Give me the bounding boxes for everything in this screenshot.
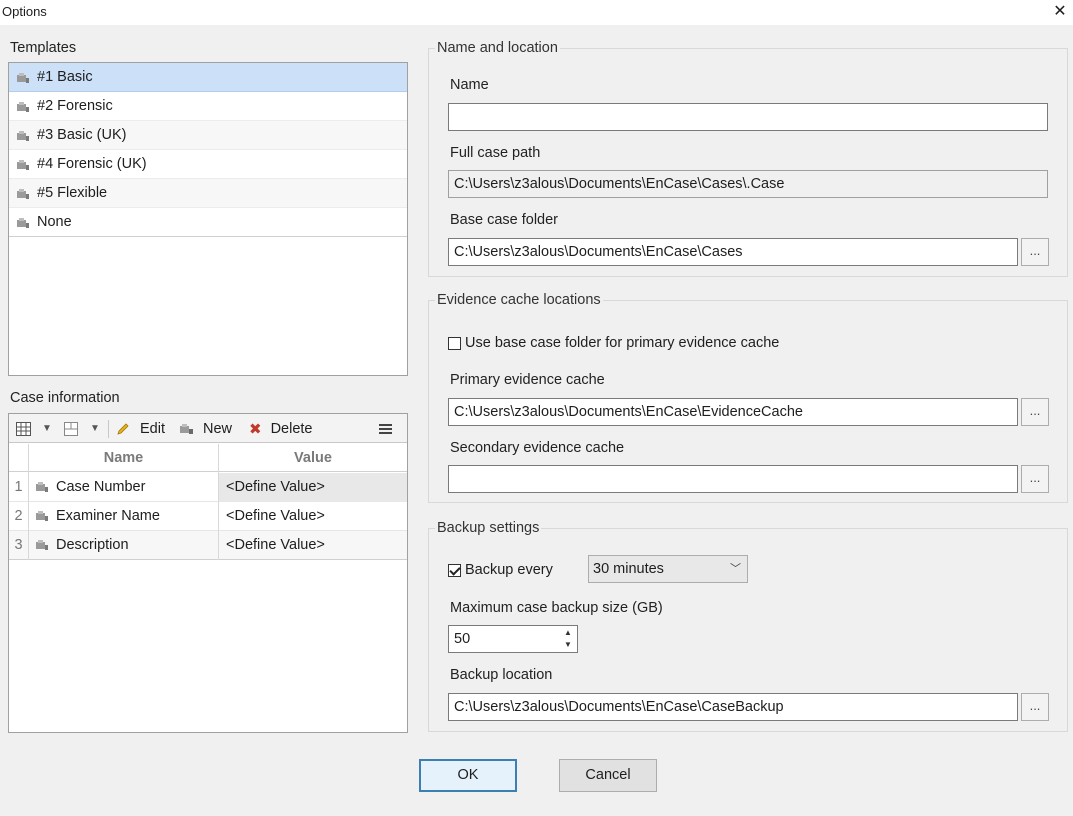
new-button[interactable]: New [179,414,232,443]
case-info-toolbar: ▼ ▼ Edit New ✖ Delete [9,414,407,443]
template-icon [16,187,30,199]
row-name: Case Number [56,479,146,495]
stepper-up-icon[interactable]: ▲ [562,627,574,639]
row-value[interactable]: <Define Value> [219,473,407,502]
template-icon [16,71,30,83]
backup-interval-select[interactable]: 30 minutes ﹀ [588,555,748,583]
stepper-down-icon[interactable]: ▼ [562,639,574,651]
toolbar-separator [108,420,109,438]
edit-button[interactable]: Edit [116,414,165,443]
edit-label: Edit [140,420,165,437]
template-item-basic[interactable]: #1 Basic [9,63,407,92]
column-header-value[interactable]: Value [219,444,407,472]
template-item-label: None [37,214,72,230]
max-backup-size-stepper[interactable]: 50 ▲ ▼ [448,625,578,653]
menu-icon[interactable] [379,414,393,443]
template-icon [16,216,30,228]
table-row[interactable]: 2 Examiner Name <Define Value> [9,502,407,531]
title-bar: Options ✕ [0,0,1073,25]
template-icon [16,129,30,141]
base-case-folder-input[interactable]: C:\Users\z3alous\Documents\EnCase\Cases [448,238,1018,266]
base-case-folder-browse-button[interactable]: ... [1021,238,1049,266]
template-item-basic-uk[interactable]: #3 Basic (UK) [9,121,407,150]
row-number: 2 [14,508,23,524]
backup-location-browse-button[interactable]: ... [1021,693,1049,721]
max-backup-size-value: 50 [454,631,471,647]
cancel-button[interactable]: Cancel [559,759,657,792]
template-item-label: #3 Basic (UK) [37,127,127,143]
backup-settings-title: Backup settings [435,520,542,536]
row-icon [35,502,49,531]
row-number: 3 [14,537,23,553]
name-label: Name [450,77,489,93]
table-row[interactable]: 3 Description <Define Value> [9,531,407,560]
base-case-folder-label: Base case folder [450,212,559,228]
new-item-icon [180,423,193,434]
backup-location-input[interactable]: C:\Users\z3alous\Documents\EnCase\CaseBa… [448,693,1018,721]
template-item-none[interactable]: None [9,208,407,237]
template-item-forensic-uk[interactable]: #4 Forensic (UK) [9,150,407,179]
delete-button[interactable]: ✖ Delete [249,414,313,443]
row-number: 1 [14,479,23,495]
grid-header: Name Value [9,444,407,472]
delete-label: Delete [270,420,313,437]
backup-location-label: Backup location [450,667,553,683]
backup-every-checkbox[interactable]: Backup every [448,562,553,578]
evidence-cache-title: Evidence cache locations [435,292,603,308]
row-name: Description [56,537,129,553]
grid-divider [28,444,29,560]
full-case-path-field: C:\Users\z3alous\Documents\EnCase\Cases\… [448,170,1048,198]
template-item-forensic[interactable]: #2 Forensic [9,92,407,121]
chevron-down-icon: ﹀ [730,563,741,575]
name-input[interactable] [448,103,1048,131]
case-information-panel: ▼ ▼ Edit New ✖ Delete Name Value 1 Case … [8,413,408,733]
ok-button[interactable]: OK [419,759,517,792]
row-value[interactable]: <Define Value> [226,531,325,560]
full-case-path-label: Full case path [450,145,541,161]
secondary-evidence-cache-label: Secondary evidence cache [450,440,625,456]
max-backup-size-label: Maximum case backup size (GB) [450,600,663,616]
use-base-folder-label: Use base case folder for primary evidenc… [465,335,780,351]
column-header-name[interactable]: Name [29,444,218,472]
pencil-icon [117,422,129,435]
secondary-evidence-cache-browse-button[interactable]: ... [1021,465,1049,493]
new-label: New [203,420,233,437]
grid-view-icon[interactable] [16,414,31,443]
case-information-label: Case information [10,390,120,406]
close-icon[interactable]: ✕ [1049,1,1071,23]
template-icon [16,158,30,170]
row-name: Examiner Name [56,508,160,524]
primary-evidence-cache-input[interactable]: C:\Users\z3alous\Documents\EnCase\Eviden… [448,398,1018,426]
grid-view-dropdown-icon[interactable]: ▼ [42,414,52,443]
window-title: Options [2,4,47,19]
templates-list[interactable]: #1 Basic #2 Forensic #3 Basic (UK) #4 Fo… [8,62,408,376]
delete-icon: ✖ [249,420,262,438]
checkbox-box[interactable] [448,563,461,577]
secondary-evidence-cache-input[interactable] [448,465,1018,493]
backup-every-label: Backup every [465,562,553,578]
template-item-label: #4 Forensic (UK) [37,156,147,172]
name-and-location-title: Name and location [435,40,560,56]
layout-view-icon[interactable] [64,414,78,443]
template-item-label: #5 Flexible [37,185,108,201]
layout-view-dropdown-icon[interactable]: ▼ [90,414,100,443]
table-row[interactable]: 1 Case Number <Define Value> [9,473,407,502]
template-item-flexible[interactable]: #5 Flexible [9,179,407,208]
row-icon [35,473,49,502]
templates-label: Templates [10,40,77,56]
backup-interval-value: 30 minutes [593,561,664,577]
grid-divider [218,444,219,560]
primary-evidence-cache-label: Primary evidence cache [450,372,605,388]
template-item-label: #1 Basic [37,69,93,85]
use-base-folder-checkbox[interactable]: Use base case folder for primary evidenc… [448,335,779,351]
template-icon [16,100,30,112]
primary-evidence-cache-browse-button[interactable]: ... [1021,398,1049,426]
checkbox-box[interactable] [448,336,461,350]
row-value[interactable]: <Define Value> [226,502,325,531]
template-item-label: #2 Forensic [37,98,113,114]
row-icon [35,531,49,560]
